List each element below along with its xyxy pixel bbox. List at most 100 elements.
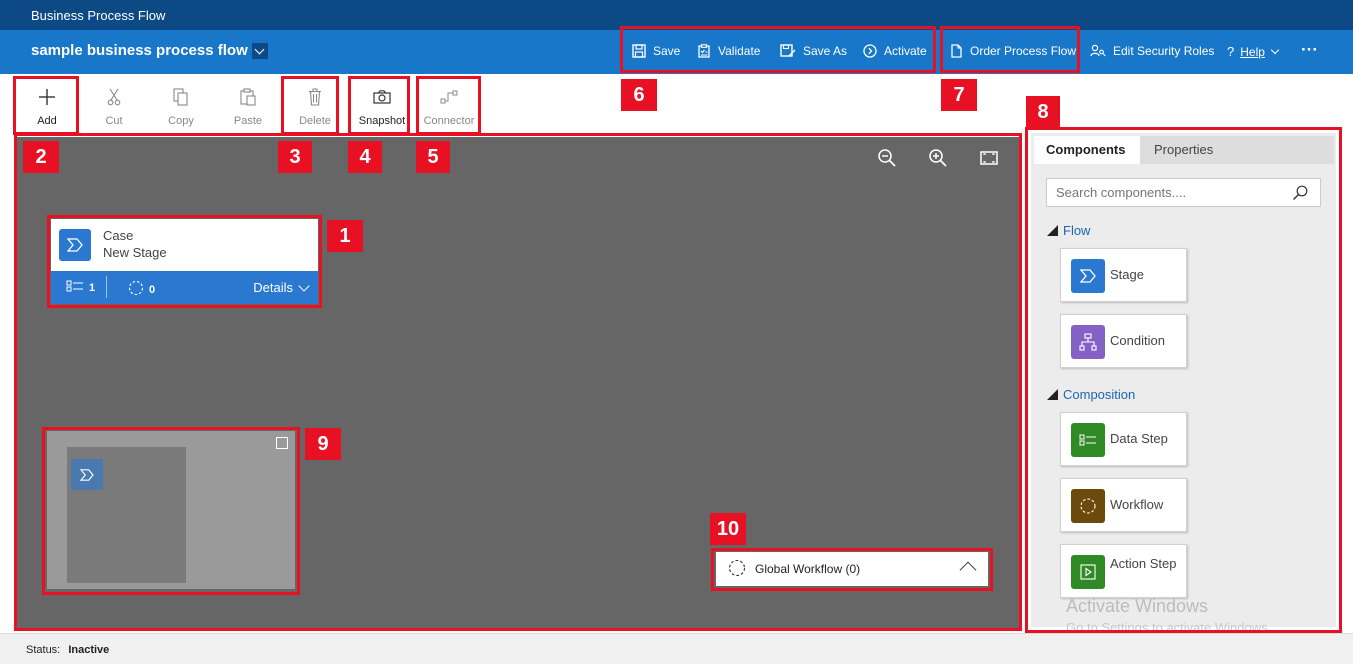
copy-button[interactable]: Copy [151, 86, 211, 130]
stage-name: New Stage [103, 245, 167, 260]
stage-icon [1071, 259, 1105, 293]
validate-icon [697, 44, 711, 58]
add-button[interactable]: Add [17, 86, 77, 130]
chevron-up-icon[interactable] [959, 561, 977, 579]
search-icon[interactable] [1292, 185, 1308, 204]
save-button[interactable]: Save [632, 44, 680, 58]
status-value: Inactive [68, 644, 110, 656]
zoom-in-icon[interactable] [927, 147, 949, 169]
callout-badge: 2 [23, 141, 59, 173]
callout-badge: 4 [348, 141, 382, 173]
activate-icon [863, 44, 877, 58]
scissors-icon [84, 86, 144, 108]
snapshot-label: Snapshot [358, 115, 406, 127]
cut-label: Cut [105, 115, 123, 127]
section-composition[interactable]: Composition [1047, 387, 1135, 402]
callout-badge: 8 [1026, 96, 1060, 128]
save-as-icon [780, 44, 796, 58]
component-data-step-label: Data Step [1110, 431, 1168, 446]
paste-icon [218, 86, 278, 108]
stage-card-header: Case New Stage [51, 219, 318, 271]
workflow-icon [128, 280, 144, 299]
callout-badge: 10 [710, 513, 746, 545]
edit-security-roles-button[interactable]: Edit Security Roles [1090, 44, 1214, 58]
more-button[interactable]: ··· [1301, 40, 1318, 60]
edit-security-roles-label: Edit Security Roles [1113, 44, 1215, 58]
expand-minimap-icon[interactable] [276, 437, 288, 449]
paste-button[interactable]: Paste [218, 86, 278, 130]
fit-to-screen-icon[interactable] [978, 147, 1000, 169]
condition-icon [1071, 325, 1105, 359]
components-panel: Components Properties Flow Stage Conditi… [1031, 133, 1336, 627]
panel-tabs: Components Properties [1034, 136, 1334, 164]
app-title: Business Process Flow [31, 8, 166, 23]
save-icon [632, 44, 646, 58]
callout-badge: 6 [621, 79, 657, 111]
section-composition-title: Composition [1063, 387, 1136, 402]
stage-card[interactable]: Case New Stage 1 0 Details [51, 219, 318, 304]
delete-button[interactable]: Delete [285, 86, 345, 130]
callout-badge: 1 [327, 220, 363, 252]
save-as-button[interactable]: Save As [780, 44, 847, 58]
more-icon: ··· [1301, 40, 1318, 59]
details-button[interactable]: Details [253, 279, 310, 295]
activate-label: Activate [884, 44, 927, 58]
zoom-out-icon[interactable] [876, 147, 898, 169]
add-label: Add [37, 115, 57, 127]
footer-divider [106, 276, 107, 298]
stage-entity: Case [103, 228, 134, 243]
data-steps-count: 1 [66, 280, 95, 295]
security-roles-icon [1090, 44, 1106, 58]
delete-label: Delete [299, 115, 331, 127]
document-icon [949, 44, 963, 58]
component-stage[interactable]: Stage [1060, 248, 1187, 302]
component-data-step[interactable]: Data Step [1060, 412, 1187, 466]
chevron-down-icon [251, 42, 268, 59]
stage-card-footer: 1 0 Details [51, 271, 318, 304]
flow-name: sample business process flow [31, 42, 248, 59]
chevron-down-icon [298, 279, 310, 292]
help-label: Help [1240, 44, 1265, 59]
status-label: Status: [26, 644, 61, 656]
component-search [1046, 178, 1321, 207]
workflows-count: 0 [128, 280, 155, 299]
order-process-flow-button[interactable]: Order Process Flow [949, 44, 1076, 58]
connector-button[interactable]: Connector [419, 86, 479, 130]
callout-badge: 5 [416, 141, 450, 173]
collapse-triangle-icon [1047, 389, 1058, 400]
callout-badge: 7 [941, 79, 977, 111]
validate-label: Validate [718, 44, 761, 58]
component-action-step[interactable]: Action Step [1060, 544, 1187, 598]
snapshot-button[interactable]: Snapshot [352, 86, 412, 130]
copy-icon [151, 86, 211, 108]
cut-button[interactable]: Cut [84, 86, 144, 130]
order-process-flow-label: Order Process Flow [970, 44, 1077, 58]
minimap[interactable] [47, 431, 295, 589]
connector-label: Connector [423, 115, 475, 127]
help-button[interactable]: ? Help [1227, 44, 1280, 59]
collapse-triangle-icon [1047, 225, 1058, 236]
search-input[interactable] [1056, 179, 1286, 205]
validate-button[interactable]: Validate [697, 44, 760, 58]
paste-label: Paste [233, 115, 263, 127]
data-steps-count-value: 1 [89, 281, 96, 294]
action-step-icon [1071, 555, 1105, 589]
activate-button[interactable]: Activate [863, 44, 927, 58]
tab-components[interactable]: Components [1034, 136, 1140, 164]
app-title-bar: Business Process Flow [0, 0, 1353, 30]
component-workflow[interactable]: Workflow [1060, 478, 1187, 532]
component-condition[interactable]: Condition [1060, 314, 1187, 368]
workflows-count-value: 0 [149, 283, 156, 296]
tab-properties[interactable]: Properties [1154, 136, 1213, 164]
save-as-label: Save As [803, 44, 848, 58]
section-flow[interactable]: Flow [1047, 223, 1090, 238]
global-workflow-bar[interactable]: Global Workflow (0) [716, 552, 988, 586]
workflow-icon [728, 559, 746, 580]
callout-badge: 9 [305, 428, 341, 460]
status-bar: Status: Inactive [0, 633, 1353, 664]
flow-name-dropdown[interactable]: sample business process flow [31, 42, 268, 59]
connector-icon [419, 86, 479, 108]
details-label: Details [253, 280, 293, 295]
activate-windows-watermark: Activate Windows [1066, 596, 1209, 616]
trash-icon [285, 86, 345, 108]
